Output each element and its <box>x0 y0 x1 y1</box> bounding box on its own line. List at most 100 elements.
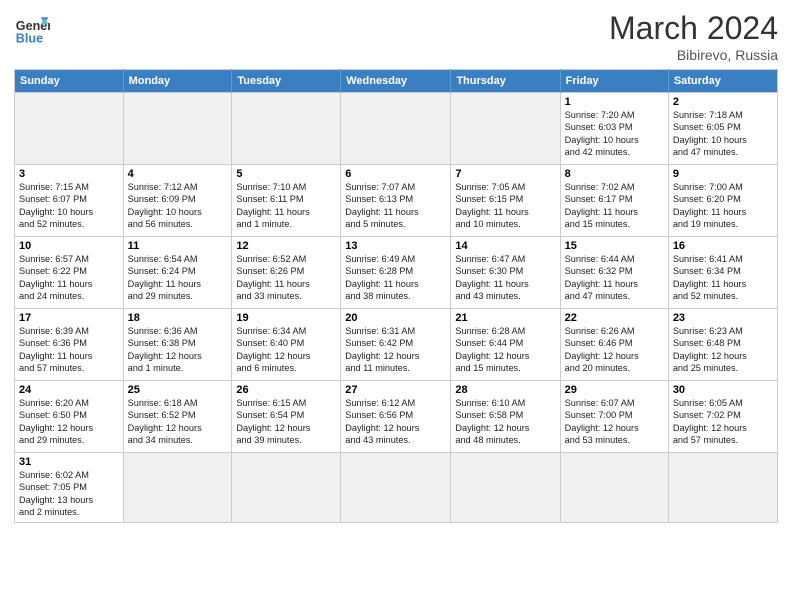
day-number: 21 <box>455 312 555 324</box>
calendar-week-3: 10Sunrise: 6:57 AM Sunset: 6:22 PM Dayli… <box>15 237 778 309</box>
calendar-day <box>341 453 451 523</box>
day-info: Sunrise: 6:47 AM Sunset: 6:30 PM Dayligh… <box>455 253 555 303</box>
day-info: Sunrise: 7:20 AM Sunset: 6:03 PM Dayligh… <box>565 109 664 159</box>
calendar-day: 7Sunrise: 7:05 AM Sunset: 6:15 PM Daylig… <box>451 165 560 237</box>
day-number: 24 <box>19 384 119 396</box>
day-number: 25 <box>128 384 228 396</box>
day-info: Sunrise: 6:54 AM Sunset: 6:24 PM Dayligh… <box>128 253 228 303</box>
day-number: 17 <box>19 312 119 324</box>
calendar-day: 12Sunrise: 6:52 AM Sunset: 6:26 PM Dayli… <box>232 237 341 309</box>
logo: General Blue <box>14 10 50 46</box>
calendar-day: 5Sunrise: 7:10 AM Sunset: 6:11 PM Daylig… <box>232 165 341 237</box>
col-wednesday: Wednesday <box>341 70 451 93</box>
calendar-table: Sunday Monday Tuesday Wednesday Thursday… <box>14 69 778 523</box>
svg-text:Blue: Blue <box>16 31 43 45</box>
day-info: Sunrise: 6:05 AM Sunset: 7:02 PM Dayligh… <box>673 397 773 447</box>
day-number: 8 <box>565 168 664 180</box>
calendar-day: 27Sunrise: 6:12 AM Sunset: 6:56 PM Dayli… <box>341 381 451 453</box>
calendar-day: 2Sunrise: 7:18 AM Sunset: 6:05 PM Daylig… <box>668 93 777 165</box>
day-number: 30 <box>673 384 773 396</box>
calendar-day: 25Sunrise: 6:18 AM Sunset: 6:52 PM Dayli… <box>123 381 232 453</box>
day-number: 14 <box>455 240 555 252</box>
day-number: 4 <box>128 168 228 180</box>
day-number: 29 <box>565 384 664 396</box>
calendar-day: 13Sunrise: 6:49 AM Sunset: 6:28 PM Dayli… <box>341 237 451 309</box>
title-block: March 2024 Bibirevo, Russia <box>609 10 778 63</box>
calendar-week-4: 17Sunrise: 6:39 AM Sunset: 6:36 PM Dayli… <box>15 309 778 381</box>
day-info: Sunrise: 6:36 AM Sunset: 6:38 PM Dayligh… <box>128 325 228 375</box>
calendar-day: 16Sunrise: 6:41 AM Sunset: 6:34 PM Dayli… <box>668 237 777 309</box>
day-number: 13 <box>345 240 446 252</box>
calendar-week-5: 24Sunrise: 6:20 AM Sunset: 6:50 PM Dayli… <box>15 381 778 453</box>
day-info: Sunrise: 7:12 AM Sunset: 6:09 PM Dayligh… <box>128 181 228 231</box>
day-info: Sunrise: 7:10 AM Sunset: 6:11 PM Dayligh… <box>236 181 336 231</box>
day-info: Sunrise: 6:28 AM Sunset: 6:44 PM Dayligh… <box>455 325 555 375</box>
col-thursday: Thursday <box>451 70 560 93</box>
location-subtitle: Bibirevo, Russia <box>609 47 778 63</box>
day-number: 26 <box>236 384 336 396</box>
day-info: Sunrise: 6:07 AM Sunset: 7:00 PM Dayligh… <box>565 397 664 447</box>
calendar-day: 14Sunrise: 6:47 AM Sunset: 6:30 PM Dayli… <box>451 237 560 309</box>
day-info: Sunrise: 7:15 AM Sunset: 6:07 PM Dayligh… <box>19 181 119 231</box>
day-info: Sunrise: 6:41 AM Sunset: 6:34 PM Dayligh… <box>673 253 773 303</box>
calendar-day: 17Sunrise: 6:39 AM Sunset: 6:36 PM Dayli… <box>15 309 124 381</box>
day-number: 15 <box>565 240 664 252</box>
day-info: Sunrise: 7:02 AM Sunset: 6:17 PM Dayligh… <box>565 181 664 231</box>
month-year-title: March 2024 <box>609 10 778 47</box>
day-number: 1 <box>565 96 664 108</box>
col-monday: Monday <box>123 70 232 93</box>
page-header: General Blue March 2024 Bibirevo, Russia <box>14 10 778 63</box>
day-number: 9 <box>673 168 773 180</box>
day-info: Sunrise: 6:12 AM Sunset: 6:56 PM Dayligh… <box>345 397 446 447</box>
day-info: Sunrise: 6:02 AM Sunset: 7:05 PM Dayligh… <box>19 469 119 519</box>
calendar-day: 19Sunrise: 6:34 AM Sunset: 6:40 PM Dayli… <box>232 309 341 381</box>
day-info: Sunrise: 6:18 AM Sunset: 6:52 PM Dayligh… <box>128 397 228 447</box>
calendar-day: 29Sunrise: 6:07 AM Sunset: 7:00 PM Dayli… <box>560 381 668 453</box>
day-info: Sunrise: 6:34 AM Sunset: 6:40 PM Dayligh… <box>236 325 336 375</box>
calendar-day: 22Sunrise: 6:26 AM Sunset: 6:46 PM Dayli… <box>560 309 668 381</box>
calendar-day: 28Sunrise: 6:10 AM Sunset: 6:58 PM Dayli… <box>451 381 560 453</box>
calendar-week-2: 3Sunrise: 7:15 AM Sunset: 6:07 PM Daylig… <box>15 165 778 237</box>
day-number: 18 <box>128 312 228 324</box>
calendar-day: 20Sunrise: 6:31 AM Sunset: 6:42 PM Dayli… <box>341 309 451 381</box>
calendar-day: 31Sunrise: 6:02 AM Sunset: 7:05 PM Dayli… <box>15 453 124 523</box>
day-number: 27 <box>345 384 446 396</box>
day-info: Sunrise: 6:49 AM Sunset: 6:28 PM Dayligh… <box>345 253 446 303</box>
day-number: 16 <box>673 240 773 252</box>
calendar-day: 18Sunrise: 6:36 AM Sunset: 6:38 PM Dayli… <box>123 309 232 381</box>
calendar-day: 9Sunrise: 7:00 AM Sunset: 6:20 PM Daylig… <box>668 165 777 237</box>
calendar-week-1: 1Sunrise: 7:20 AM Sunset: 6:03 PM Daylig… <box>15 93 778 165</box>
calendar-day: 4Sunrise: 7:12 AM Sunset: 6:09 PM Daylig… <box>123 165 232 237</box>
day-number: 11 <box>128 240 228 252</box>
day-number: 31 <box>19 456 119 468</box>
day-info: Sunrise: 6:23 AM Sunset: 6:48 PM Dayligh… <box>673 325 773 375</box>
calendar-day: 10Sunrise: 6:57 AM Sunset: 6:22 PM Dayli… <box>15 237 124 309</box>
calendar-day: 6Sunrise: 7:07 AM Sunset: 6:13 PM Daylig… <box>341 165 451 237</box>
day-info: Sunrise: 6:31 AM Sunset: 6:42 PM Dayligh… <box>345 325 446 375</box>
calendar-week-6: 31Sunrise: 6:02 AM Sunset: 7:05 PM Dayli… <box>15 453 778 523</box>
day-info: Sunrise: 6:20 AM Sunset: 6:50 PM Dayligh… <box>19 397 119 447</box>
calendar-day: 24Sunrise: 6:20 AM Sunset: 6:50 PM Dayli… <box>15 381 124 453</box>
day-number: 23 <box>673 312 773 324</box>
calendar-day: 30Sunrise: 6:05 AM Sunset: 7:02 PM Dayli… <box>668 381 777 453</box>
day-info: Sunrise: 6:44 AM Sunset: 6:32 PM Dayligh… <box>565 253 664 303</box>
day-info: Sunrise: 6:57 AM Sunset: 6:22 PM Dayligh… <box>19 253 119 303</box>
col-friday: Friday <box>560 70 668 93</box>
day-number: 5 <box>236 168 336 180</box>
day-info: Sunrise: 7:05 AM Sunset: 6:15 PM Dayligh… <box>455 181 555 231</box>
calendar-day <box>451 453 560 523</box>
day-info: Sunrise: 7:18 AM Sunset: 6:05 PM Dayligh… <box>673 109 773 159</box>
col-saturday: Saturday <box>668 70 777 93</box>
calendar-day <box>451 93 560 165</box>
calendar-day: 21Sunrise: 6:28 AM Sunset: 6:44 PM Dayli… <box>451 309 560 381</box>
calendar-header: Sunday Monday Tuesday Wednesday Thursday… <box>15 70 778 93</box>
day-number: 10 <box>19 240 119 252</box>
day-number: 6 <box>345 168 446 180</box>
day-number: 22 <box>565 312 664 324</box>
calendar-day: 8Sunrise: 7:02 AM Sunset: 6:17 PM Daylig… <box>560 165 668 237</box>
day-number: 19 <box>236 312 336 324</box>
day-info: Sunrise: 6:15 AM Sunset: 6:54 PM Dayligh… <box>236 397 336 447</box>
day-number: 20 <box>345 312 446 324</box>
calendar-day: 3Sunrise: 7:15 AM Sunset: 6:07 PM Daylig… <box>15 165 124 237</box>
day-number: 2 <box>673 96 773 108</box>
